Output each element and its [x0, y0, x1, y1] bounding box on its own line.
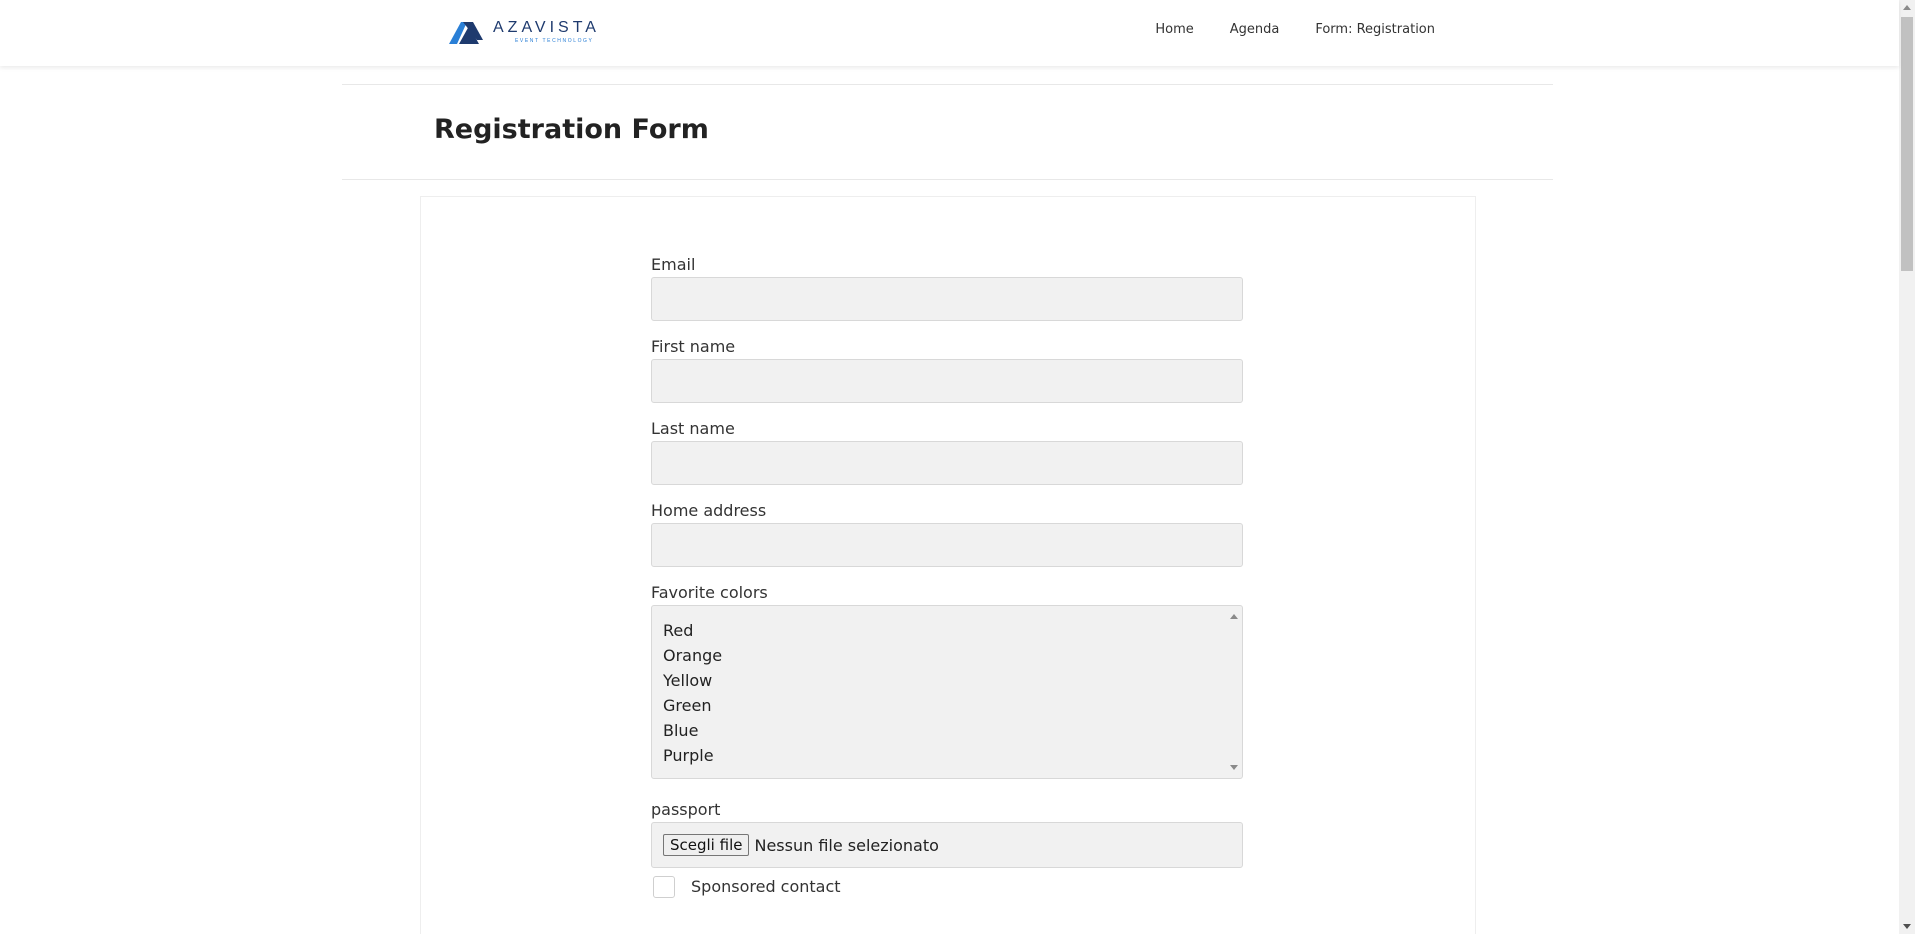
page-scrollbar[interactable] [1899, 0, 1915, 934]
page-scroll-up-icon[interactable] [1903, 5, 1911, 10]
main-nav: Home Agenda Form: Registration [1155, 22, 1435, 37]
color-option-green[interactable]: Green [663, 693, 1231, 718]
azavista-logo-icon [449, 22, 483, 44]
file-status-text: Nessun file selezionato [754, 835, 939, 855]
choose-file-button[interactable]: Scegli file [663, 834, 750, 856]
logo-text: AZAVISTA EVENT TECHNOLOGY [493, 20, 600, 44]
page-scroll-down-icon[interactable] [1903, 924, 1911, 929]
nav-registration-link[interactable]: Form: Registration [1315, 22, 1435, 37]
email-input[interactable] [651, 277, 1243, 321]
favorite-colors-listbox[interactable]: Red Orange Yellow Green Blue Purple [651, 605, 1243, 779]
page: AZAVISTA EVENT TECHNOLOGY Home Agenda Fo… [0, 0, 1915, 934]
home-address-input[interactable] [651, 523, 1243, 567]
color-option-yellow[interactable]: Yellow [663, 668, 1231, 693]
scroll-down-arrow-icon[interactable] [1230, 765, 1238, 770]
color-option-purple[interactable]: Purple [663, 743, 1231, 768]
nav-home-link[interactable]: Home [1155, 22, 1193, 37]
passport-label: passport [651, 800, 721, 819]
logo-name: AZAVISTA [493, 19, 600, 36]
last-name-input[interactable] [651, 441, 1243, 485]
email-label: Email [651, 255, 696, 274]
title-divider-bottom [342, 179, 1553, 180]
sponsored-contact-label[interactable]: Sponsored contact [691, 877, 841, 896]
logo-tagline: EVENT TECHNOLOGY [515, 38, 594, 44]
title-divider-top [342, 84, 1553, 85]
sponsored-contact-checkbox[interactable] [653, 876, 675, 898]
page-title: Registration Form [434, 114, 709, 145]
brand-logo[interactable]: AZAVISTA EVENT TECHNOLOGY [449, 18, 609, 46]
site-header: AZAVISTA EVENT TECHNOLOGY Home Agenda Fo… [0, 0, 1899, 66]
home-address-label: Home address [651, 501, 767, 520]
first-name-label: First name [651, 337, 736, 356]
listbox-scrollbar[interactable] [1228, 610, 1240, 774]
nav-agenda-link[interactable]: Agenda [1230, 22, 1280, 37]
last-name-label: Last name [651, 419, 735, 438]
color-option-red[interactable]: Red [663, 618, 1231, 643]
passport-file-input[interactable]: Scegli file Nessun file selezionato [651, 822, 1243, 868]
page-scroll-thumb[interactable] [1901, 17, 1913, 271]
first-name-input[interactable] [651, 359, 1243, 403]
favorite-colors-label: Favorite colors [651, 583, 768, 602]
scroll-up-arrow-icon[interactable] [1230, 614, 1238, 619]
color-option-blue[interactable]: Blue [663, 718, 1231, 743]
color-option-orange[interactable]: Orange [663, 643, 1231, 668]
